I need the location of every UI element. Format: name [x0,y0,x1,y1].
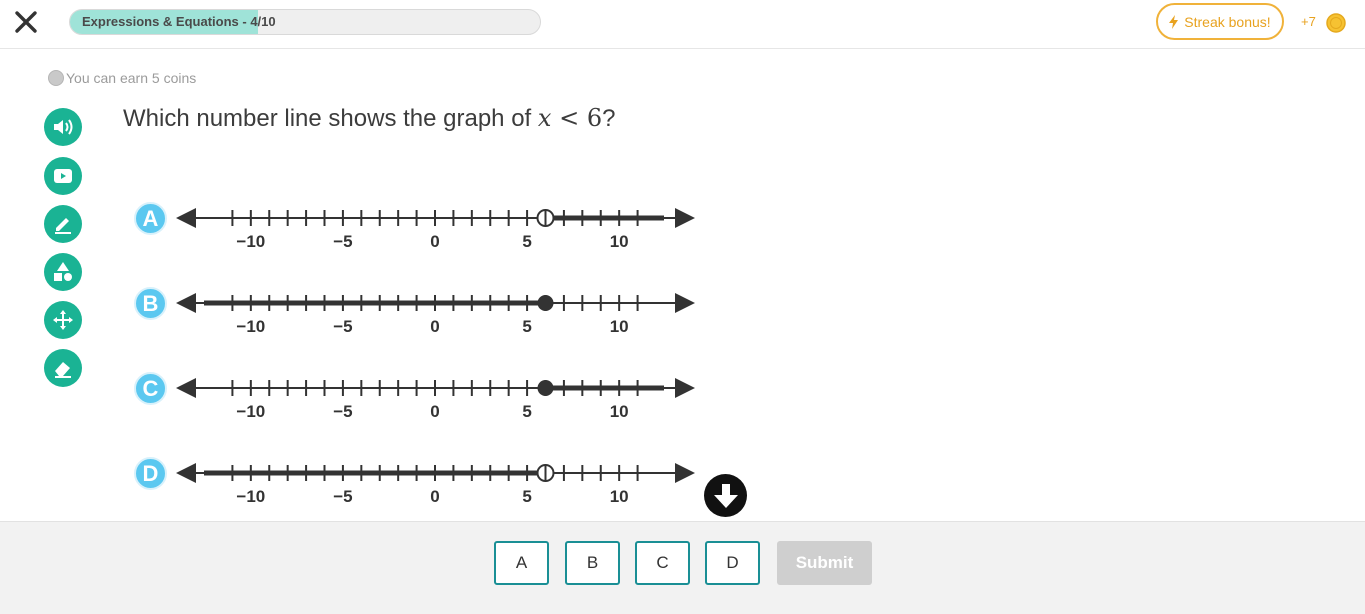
number-line-a: −10 −5 0 5 10 [176,208,695,248]
tick-label: 0 [430,232,439,248]
top-bar: Expressions & Equations - 4/10 Streak bo… [0,0,1365,49]
tick-label: 10 [610,402,629,418]
left-arrowhead [176,463,196,483]
tick-label: 5 [522,232,531,248]
left-arrowhead [176,208,196,228]
tick-label: −10 [236,232,265,248]
shapes-icon[interactable] [44,253,82,291]
question-variable: x [537,104,552,132]
tick-label: −10 [236,317,265,333]
question-suffix: ? [602,105,616,132]
choice-badge-a[interactable]: A [134,202,167,235]
right-arrowhead [675,208,695,228]
progress-bar: Expressions & Equations - 4/10 [69,9,541,35]
tick-label: 5 [522,317,531,333]
left-arrowhead [176,293,196,313]
tick-label: 0 [430,317,439,333]
number-line-d: −10 −5 0 5 10 [176,463,695,503]
coin-icon [1326,13,1346,33]
pencil-icon[interactable] [44,205,82,243]
coins-gain: +7 [1301,14,1316,29]
tick-label: 10 [610,232,629,248]
question-operator: < [551,104,587,132]
question-prefix: Which number line shows the graph of [123,105,538,132]
arrow-down-icon [713,483,738,508]
right-arrowhead [675,463,695,483]
tick-label: 0 [430,487,439,503]
tick-label: 5 [522,487,531,503]
tick-label: 5 [522,402,531,418]
tick-label: −10 [236,402,265,418]
coin-placeholder-icon [48,70,64,86]
tick-label: 10 [610,317,629,333]
earn-coins-text: You can earn 5 coins [66,70,197,86]
progress-label: Expressions & Equations - 4/10 [82,14,276,29]
tick-label: −10 [236,487,265,503]
question-text: Which number line shows the graph of x <… [123,104,615,133]
eraser-icon[interactable] [44,349,82,387]
answer-bar: A B C D Submit [0,521,1365,614]
closed-point [537,295,554,311]
tick-label: −5 [333,487,352,503]
move-icon[interactable] [44,301,82,339]
tick-label: −5 [333,317,352,333]
left-arrowhead [176,378,196,398]
submit-button[interactable]: Submit [777,541,872,585]
answer-button-c[interactable]: C [635,541,690,585]
scroll-down-button[interactable] [704,474,747,517]
read-aloud-icon[interactable] [44,108,82,146]
tick-label: 10 [610,487,629,503]
choice-badge-d[interactable]: D [134,457,167,490]
question-math: x < 6 [538,104,602,132]
number-line-b: −10 −5 0 5 10 [176,293,695,333]
question-number: 6 [586,104,603,132]
number-line-c: −10 −5 0 5 10 [176,378,695,418]
lightning-icon [1169,14,1179,29]
earn-coins-note: You can earn 5 coins [48,68,196,88]
tick-label: −5 [333,232,352,248]
right-arrowhead [675,293,695,313]
close-icon[interactable] [10,6,42,38]
video-icon[interactable] [44,157,82,195]
answer-button-b[interactable]: B [565,541,620,585]
streak-bonus-button[interactable]: Streak bonus! [1156,3,1284,40]
choice-badge-b[interactable]: B [134,287,167,320]
streak-bonus-label: Streak bonus! [1184,13,1271,30]
right-arrowhead [675,378,695,398]
answer-button-a[interactable]: A [494,541,549,585]
choice-badge-c[interactable]: C [134,372,167,405]
answer-button-d[interactable]: D [705,541,760,585]
tick-label: 0 [430,402,439,418]
closed-point [537,380,554,396]
tick-label: −5 [333,402,352,418]
